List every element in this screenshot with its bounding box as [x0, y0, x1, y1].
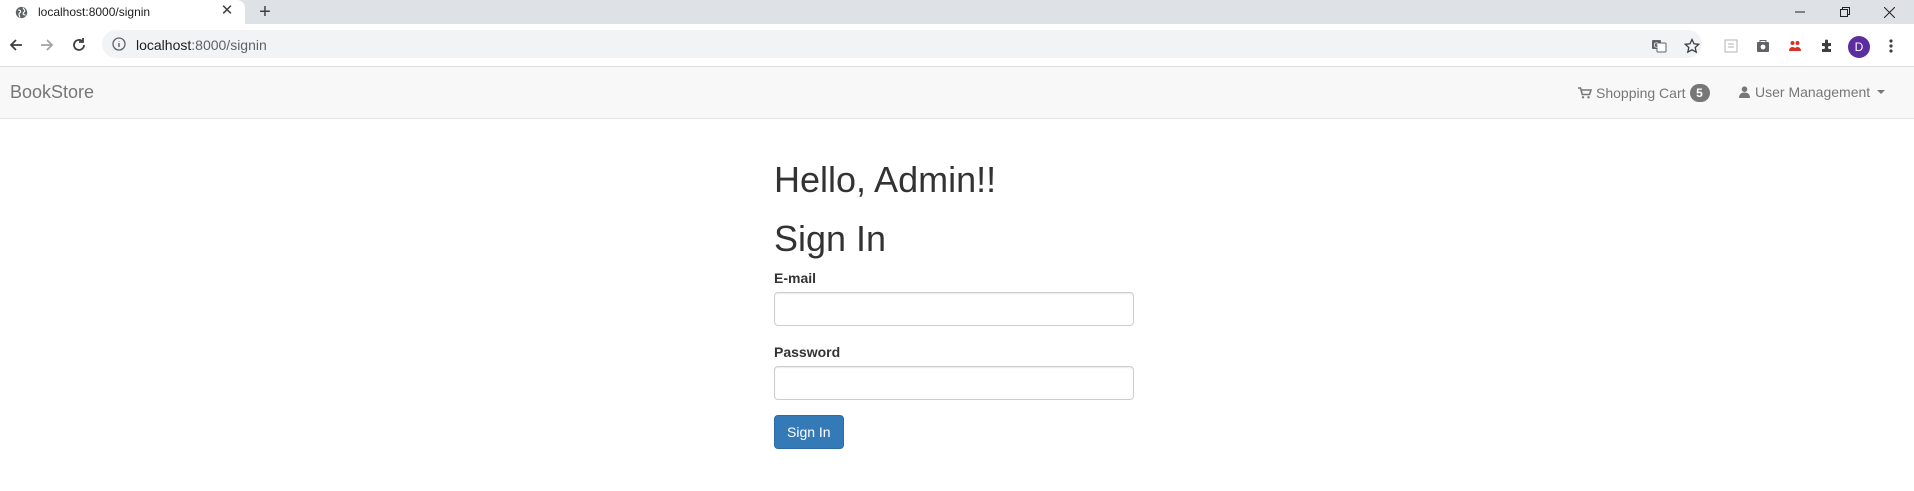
user-management-label: User Management — [1755, 84, 1871, 100]
user-management-dropdown[interactable]: User Management — [1739, 84, 1886, 100]
svg-text:G: G — [1654, 42, 1659, 50]
menu-dots-icon[interactable] — [1881, 36, 1901, 56]
password-field[interactable] — [774, 366, 1134, 400]
plus-icon[interactable]: + — [254, 1, 276, 23]
info-icon[interactable] — [112, 37, 126, 51]
restore-icon[interactable] — [1822, 0, 1867, 24]
bag-extension-icon[interactable] — [1753, 36, 1773, 56]
browser-tab[interactable]: localhost:8000/signin ✕ — [0, 0, 245, 24]
cart-count-badge: 5 — [1689, 84, 1710, 102]
shopping-cart-icon — [1578, 87, 1592, 99]
browser-toolbar: localhost:8000/signin G D — [0, 24, 1914, 67]
brand-link[interactable]: BookStore — [10, 82, 94, 103]
globe-icon — [15, 6, 28, 19]
tab-title: localhost:8000/signin — [38, 5, 151, 19]
reload-icon[interactable] — [67, 33, 91, 57]
address-bar[interactable]: localhost:8000/signin — [102, 30, 1702, 58]
page-title: Sign In — [774, 218, 887, 259]
url-text: localhost:8000/signin — [136, 37, 267, 53]
greeting-heading: Hello, Admin!! — [774, 159, 997, 200]
star-icon[interactable] — [1682, 36, 1702, 56]
caret-down-icon — [1877, 90, 1886, 94]
app-navbar: BookStore Shopping Cart 5 User Managemen… — [0, 67, 1914, 119]
browser-tabstrip: localhost:8000/signin ✕ + — [0, 0, 1914, 24]
email-label: E-mail — [774, 270, 817, 286]
email-field[interactable] — [774, 292, 1134, 326]
sign-in-button[interactable]: Sign In — [774, 415, 844, 449]
profile-avatar[interactable]: D — [1848, 36, 1870, 58]
extension-icon[interactable] — [1817, 36, 1837, 56]
shopping-cart-label: Shopping Cart — [1596, 85, 1686, 101]
reader-extension-icon[interactable] — [1721, 36, 1741, 56]
translate-icon[interactable]: G — [1649, 36, 1669, 56]
user-icon — [1739, 86, 1750, 98]
minimize-icon[interactable] — [1777, 0, 1822, 24]
password-label: Password — [774, 344, 841, 360]
close-window-icon[interactable] — [1867, 0, 1912, 24]
people-extension-icon[interactable] — [1785, 36, 1805, 56]
back-icon[interactable] — [4, 33, 28, 57]
close-icon[interactable]: ✕ — [218, 2, 236, 20]
shopping-cart-link[interactable]: Shopping Cart 5 — [1578, 84, 1710, 102]
forward-icon[interactable] — [35, 33, 59, 57]
